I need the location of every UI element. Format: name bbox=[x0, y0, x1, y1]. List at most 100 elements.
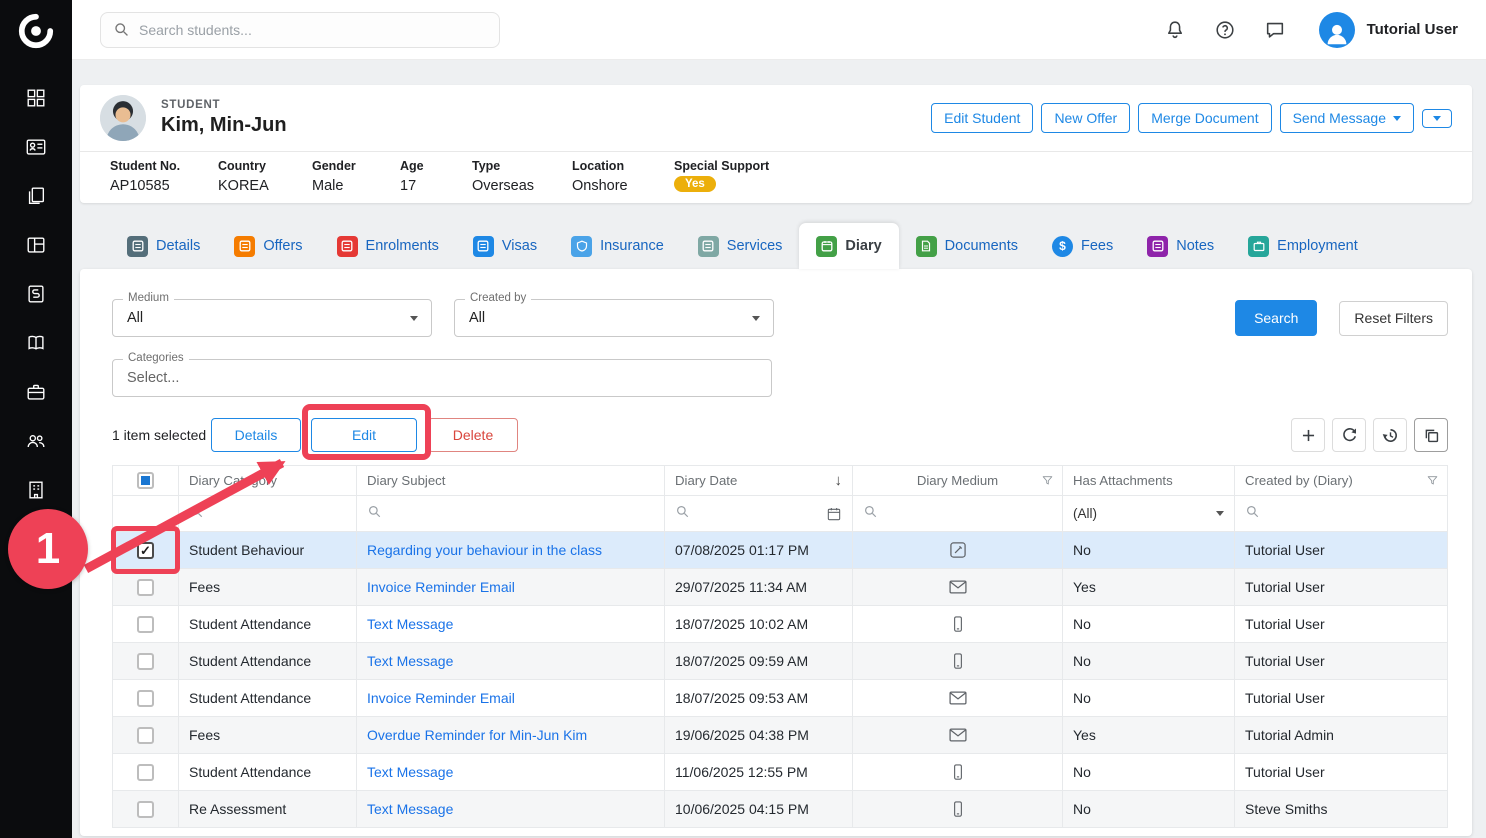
select-all-checkbox[interactable] bbox=[137, 472, 154, 489]
diary-subject-link[interactable]: Text Message bbox=[367, 764, 453, 780]
header-diary-medium[interactable]: Diary Medium bbox=[853, 466, 1063, 496]
row-checkbox[interactable] bbox=[137, 653, 154, 670]
user-menu[interactable]: Tutorial User bbox=[1319, 12, 1458, 48]
tab-documents[interactable]: Documents bbox=[899, 223, 1035, 269]
row-checkbox[interactable] bbox=[137, 801, 154, 818]
sidebar-item-contacts[interactable] bbox=[0, 122, 72, 171]
table-filter-row: (All) bbox=[113, 496, 1448, 532]
cell-has-attachments: No bbox=[1063, 643, 1235, 680]
sidebar-item-subjects[interactable] bbox=[0, 269, 72, 318]
filter-created-by-input[interactable] bbox=[1235, 496, 1448, 532]
diary-panel: Medium All Created by All Search Reset F… bbox=[80, 269, 1472, 836]
row-checkbox[interactable] bbox=[137, 616, 154, 633]
table-row[interactable]: Student Attendance Text Message 11/06/20… bbox=[113, 754, 1448, 791]
table-row[interactable]: Student Attendance Invoice Reminder Emai… bbox=[113, 680, 1448, 717]
history-button[interactable] bbox=[1373, 418, 1407, 452]
delete-button[interactable]: Delete bbox=[428, 418, 518, 452]
tab-employment[interactable]: Employment bbox=[1231, 223, 1375, 269]
tab-diary[interactable]: Diary bbox=[799, 223, 898, 269]
details-button[interactable]: Details bbox=[211, 418, 301, 452]
table-row[interactable]: Student Behaviour Regarding your behavio… bbox=[113, 532, 1448, 569]
chat-icon[interactable] bbox=[1263, 18, 1287, 42]
diary-subject-link[interactable]: Text Message bbox=[367, 653, 453, 669]
row-checkbox[interactable] bbox=[137, 764, 154, 781]
cell-diary-date: 07/08/2025 01:17 PM bbox=[665, 532, 853, 569]
table-row[interactable]: Re Assessment Text Message 10/06/2025 04… bbox=[113, 791, 1448, 828]
filter-subject-input[interactable] bbox=[357, 496, 665, 532]
help-icon[interactable] bbox=[1213, 18, 1237, 42]
categories-select[interactable]: Categories Select... bbox=[112, 359, 772, 397]
tab-fees[interactable]: $Fees bbox=[1035, 223, 1130, 269]
filter-icon[interactable] bbox=[1426, 474, 1439, 487]
more-actions-button[interactable] bbox=[1422, 109, 1452, 128]
cell-diary-date: 18/07/2025 09:53 AM bbox=[665, 680, 853, 717]
edit-student-button[interactable]: Edit Student bbox=[931, 103, 1033, 133]
row-checkbox[interactable] bbox=[137, 542, 154, 559]
grid-toolbar: 1 item selected Details Edit Delete bbox=[112, 417, 1448, 453]
cell-diary-category: Student Attendance bbox=[179, 680, 357, 717]
sidebar-item-employers[interactable] bbox=[0, 367, 72, 416]
tab-enrolments[interactable]: Enrolments bbox=[320, 223, 456, 269]
send-message-button[interactable]: Send Message bbox=[1280, 103, 1414, 133]
tab-notes[interactable]: Notes bbox=[1130, 223, 1231, 269]
filter-category-input[interactable] bbox=[179, 496, 357, 532]
created-by-select[interactable]: Created by All bbox=[454, 299, 774, 337]
table-row[interactable]: Student Attendance Text Message 18/07/20… bbox=[113, 606, 1448, 643]
refresh-button[interactable] bbox=[1332, 418, 1366, 452]
tab-offers[interactable]: Offers bbox=[217, 223, 319, 269]
app-logo-icon[interactable] bbox=[14, 9, 58, 53]
header-created-by[interactable]: Created by (Diary) bbox=[1235, 466, 1448, 496]
add-record-button[interactable] bbox=[1291, 418, 1325, 452]
diary-subject-link[interactable]: Text Message bbox=[367, 801, 453, 817]
row-checkbox[interactable] bbox=[137, 690, 154, 707]
filter-attachments-select[interactable]: (All) bbox=[1063, 496, 1235, 532]
contacts-icon bbox=[25, 136, 47, 158]
header-select-all[interactable] bbox=[113, 466, 179, 496]
new-offer-button[interactable]: New Offer bbox=[1041, 103, 1130, 133]
sidebar-item-users[interactable] bbox=[0, 416, 72, 465]
medium-select[interactable]: Medium All bbox=[112, 299, 432, 337]
notifications-icon[interactable] bbox=[1163, 18, 1187, 42]
row-checkbox[interactable] bbox=[137, 579, 154, 596]
merge-document-button[interactable]: Merge Document bbox=[1138, 103, 1271, 133]
diary-subject-link[interactable]: Overdue Reminder for Min-Jun Kim bbox=[367, 727, 587, 743]
duplicate-button[interactable] bbox=[1414, 418, 1448, 452]
table-row[interactable]: Student Attendance Text Message 18/07/20… bbox=[113, 643, 1448, 680]
filter-icon[interactable] bbox=[1041, 474, 1054, 487]
tab-services[interactable]: Services bbox=[681, 223, 800, 269]
edit-button[interactable]: Edit bbox=[311, 418, 417, 452]
header-has-attachments[interactable]: Has Attachments bbox=[1063, 466, 1235, 496]
cell-diary-category: Student Attendance bbox=[179, 606, 357, 643]
tab-insurance[interactable]: Insurance bbox=[554, 223, 681, 269]
chevron-down-icon bbox=[1216, 511, 1224, 516]
reset-filters-button[interactable]: Reset Filters bbox=[1339, 301, 1448, 336]
sidebar-item-courses[interactable] bbox=[0, 318, 72, 367]
header-diary-category[interactable]: Diary Category bbox=[179, 466, 357, 496]
filter-medium-input[interactable] bbox=[853, 496, 1063, 532]
tab-details[interactable]: Details bbox=[110, 223, 217, 269]
search-button[interactable]: Search bbox=[1235, 300, 1317, 336]
sidebar bbox=[0, 0, 72, 838]
diary-subject-link[interactable]: Regarding your behaviour in the class bbox=[367, 542, 602, 558]
filter-date-input[interactable] bbox=[665, 496, 853, 532]
search-input[interactable] bbox=[139, 22, 487, 38]
user-avatar[interactable] bbox=[1319, 12, 1355, 48]
field-type: TypeOverseas bbox=[472, 159, 556, 194]
cell-has-attachments: No bbox=[1063, 791, 1235, 828]
sidebar-item-dashboard[interactable] bbox=[0, 73, 72, 122]
chevron-down-icon bbox=[1433, 116, 1441, 121]
table-row[interactable]: Fees Overdue Reminder for Min-Jun Kim 19… bbox=[113, 717, 1448, 754]
diary-subject-link[interactable]: Invoice Reminder Email bbox=[367, 690, 515, 706]
calendar-icon[interactable] bbox=[826, 506, 842, 522]
diary-subject-link[interactable]: Text Message bbox=[367, 616, 453, 632]
table-row[interactable]: Fees Invoice Reminder Email 29/07/2025 1… bbox=[113, 569, 1448, 606]
pages-icon bbox=[25, 185, 47, 207]
header-diary-subject[interactable]: Diary Subject bbox=[357, 466, 665, 496]
row-checkbox[interactable] bbox=[137, 727, 154, 744]
sidebar-item-organisation[interactable] bbox=[0, 465, 72, 514]
sidebar-item-pages[interactable] bbox=[0, 171, 72, 220]
header-diary-date[interactable]: Diary Date↓ bbox=[665, 466, 853, 496]
tab-visas[interactable]: Visas bbox=[456, 223, 554, 269]
diary-subject-link[interactable]: Invoice Reminder Email bbox=[367, 579, 515, 595]
sidebar-item-boards[interactable] bbox=[0, 220, 72, 269]
